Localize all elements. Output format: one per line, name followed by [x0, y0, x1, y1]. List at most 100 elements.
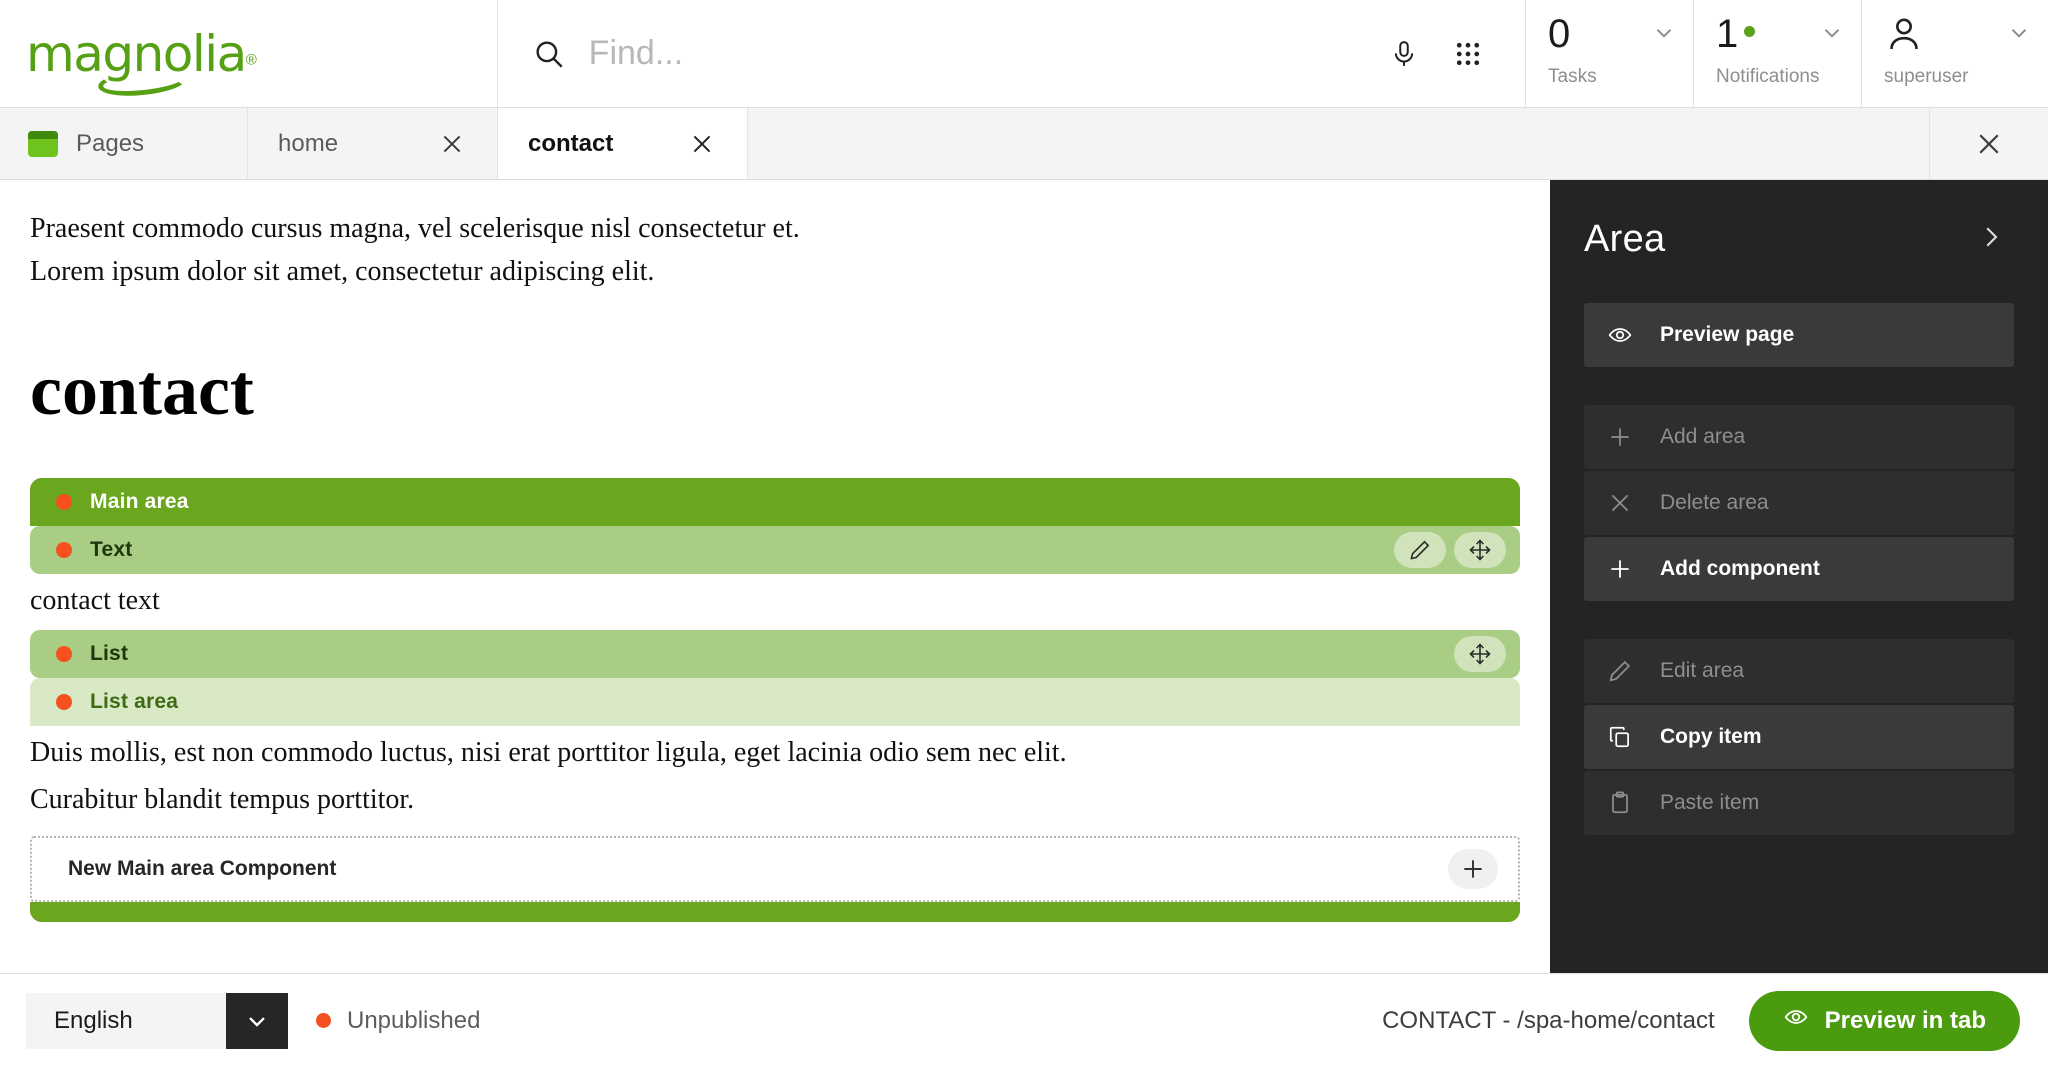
magnolia-page-editor: magnolia®	[0, 0, 2048, 1067]
logo-cell: magnolia®	[0, 0, 498, 107]
close-icon[interactable]	[687, 129, 717, 159]
list-area-body-line-1: Duis mollis, est non commodo luctus, nis…	[30, 726, 1520, 781]
preview-in-tab-button[interactable]: Preview in tab	[1749, 991, 2020, 1051]
panel-item-edit-area[interactable]: Edit area	[1584, 639, 2014, 703]
tasks-menu[interactable]: 0 Tasks	[1526, 0, 1694, 107]
list-component-bar[interactable]: List	[30, 630, 1520, 678]
main-area-label: Main area	[90, 490, 189, 514]
copy-icon	[1606, 724, 1634, 750]
language-value: English	[26, 993, 226, 1049]
eye-icon	[1606, 322, 1634, 348]
panel-item-paste-item-label: Paste item	[1660, 791, 1759, 815]
area-edit-zone: Main area Text	[0, 478, 1550, 922]
status-dot-icon	[56, 694, 72, 710]
close-icon	[1606, 490, 1634, 516]
plus-icon	[1606, 424, 1634, 450]
panel-item-preview-page-label: Preview page	[1660, 323, 1794, 347]
plus-icon[interactable]	[1448, 849, 1498, 889]
magnolia-logo[interactable]: magnolia®	[26, 29, 257, 79]
notification-badge-dot	[1744, 26, 1755, 37]
intro-paragraph-line-2: Lorem ipsum dolor sit amet, consectetur …	[0, 253, 1550, 290]
area-panel-header: Area	[1550, 180, 2048, 261]
new-component-placeholder[interactable]: New Main area Component	[30, 836, 1520, 902]
tab-home-label: home	[278, 130, 338, 158]
pages-app-icon	[28, 131, 58, 157]
editor-body: Praesent commodo cursus magna, vel scele…	[0, 180, 2048, 973]
status-badge: Unpublished	[347, 1007, 480, 1035]
panel-item-add-component-label: Add component	[1660, 557, 1820, 581]
header-icon-group	[1381, 31, 1499, 77]
preview-in-tab-label: Preview in tab	[1825, 1007, 1986, 1035]
username-label: superuser	[1884, 66, 2048, 88]
panel-item-copy-item-label: Copy item	[1660, 725, 1762, 749]
page-title: contact	[0, 354, 1550, 426]
chevron-down-icon[interactable]	[226, 993, 288, 1049]
panel-item-edit-area-label: Edit area	[1660, 659, 1744, 683]
chevron-right-icon[interactable]	[1970, 218, 2012, 261]
list-area-body: Duis mollis, est non commodo luctus, nis…	[30, 726, 1520, 828]
main-area-content: Text	[30, 526, 1520, 902]
eye-icon	[1783, 1004, 1809, 1037]
language-select[interactable]: English	[26, 993, 288, 1049]
close-icon[interactable]	[437, 129, 467, 159]
user-menu[interactable]: superuser	[1862, 0, 2048, 107]
search-icon	[528, 31, 571, 77]
area-panel-group-item-actions: Edit area Copy item	[1550, 639, 2048, 837]
text-component-label: Text	[90, 538, 132, 562]
main-area-container: Main area Text	[30, 478, 1520, 922]
main-area-bar[interactable]: Main area	[30, 478, 1520, 526]
notifications-count: 1	[1716, 14, 1738, 54]
tab-pages-label: Pages	[76, 130, 144, 158]
panel-item-add-area[interactable]: Add area	[1584, 405, 2014, 469]
text-component-bar-label-wrap: Text	[30, 538, 132, 562]
search-input[interactable]	[589, 34, 1365, 73]
page-canvas: Praesent commodo cursus magna, vel scele…	[0, 180, 1550, 973]
panel-item-add-component[interactable]: Add component	[1584, 537, 2014, 601]
tab-home[interactable]: home	[248, 108, 498, 179]
main-area-footer-bar	[30, 902, 1520, 922]
tab-contact[interactable]: contact	[498, 108, 748, 179]
status-dot-icon	[316, 1013, 331, 1028]
panel-item-delete-area-label: Delete area	[1660, 491, 1769, 515]
status-dot-icon	[56, 646, 72, 662]
chevron-down-icon	[1819, 20, 1845, 51]
apps-grid-icon[interactable]	[1445, 31, 1491, 77]
clipboard-icon	[1606, 790, 1634, 816]
list-component-bar-label-wrap: List	[30, 642, 128, 666]
intro-paragraph-line-1: Praesent commodo cursus magna, vel scele…	[0, 210, 1550, 247]
footer-right-group: CONTACT - /spa-home/contact Preview in t…	[1382, 991, 2020, 1051]
microphone-icon[interactable]	[1381, 31, 1427, 77]
list-component-label: List	[90, 642, 128, 666]
panel-item-delete-area[interactable]: Delete area	[1584, 471, 2014, 535]
notifications-menu[interactable]: 1 Notifications	[1694, 0, 1862, 107]
tab-pages-app[interactable]: Pages	[0, 108, 248, 179]
status-dot-icon	[56, 542, 72, 558]
tab-bar-spacer	[748, 108, 1930, 179]
text-component-bar[interactable]: Text	[30, 526, 1520, 574]
text-component-actions	[1394, 532, 1520, 568]
search-wrapper	[528, 31, 1365, 77]
panel-item-copy-item[interactable]: Copy item	[1584, 705, 2014, 769]
close-editor-button[interactable]	[1930, 108, 2048, 179]
new-component-label: New Main area Component	[32, 857, 336, 881]
list-area-bar[interactable]: List area	[30, 678, 1520, 726]
list-area-body-line-2: Curabitur blandit tempus porttitor.	[30, 781, 1520, 828]
logo-registered-mark: ®	[246, 51, 257, 68]
panel-item-paste-item[interactable]: Paste item	[1584, 771, 2014, 835]
list-component-actions	[1454, 636, 1520, 672]
chevron-down-icon	[2006, 20, 2032, 51]
chevron-down-icon	[1651, 20, 1677, 51]
list-area-label: List area	[90, 690, 178, 714]
area-panel-group-preview: Preview page	[1550, 303, 2048, 369]
tab-bar: Pages home contact	[0, 108, 2048, 180]
move-arrows-icon[interactable]	[1454, 636, 1506, 672]
list-area-bar-label-wrap: List area	[30, 690, 178, 714]
edit-pencil-icon	[1606, 658, 1634, 684]
page-path: CONTACT - /spa-home/contact	[1382, 1007, 1715, 1035]
move-arrows-icon[interactable]	[1454, 532, 1506, 568]
panel-item-preview-page[interactable]: Preview page	[1584, 303, 2014, 367]
area-action-panel: Area Preview page	[1550, 180, 2048, 973]
edit-pencil-icon[interactable]	[1394, 532, 1446, 568]
editor-footer: English Unpublished CONTACT - /spa-home/…	[0, 973, 2048, 1067]
app-header: magnolia®	[0, 0, 2048, 108]
